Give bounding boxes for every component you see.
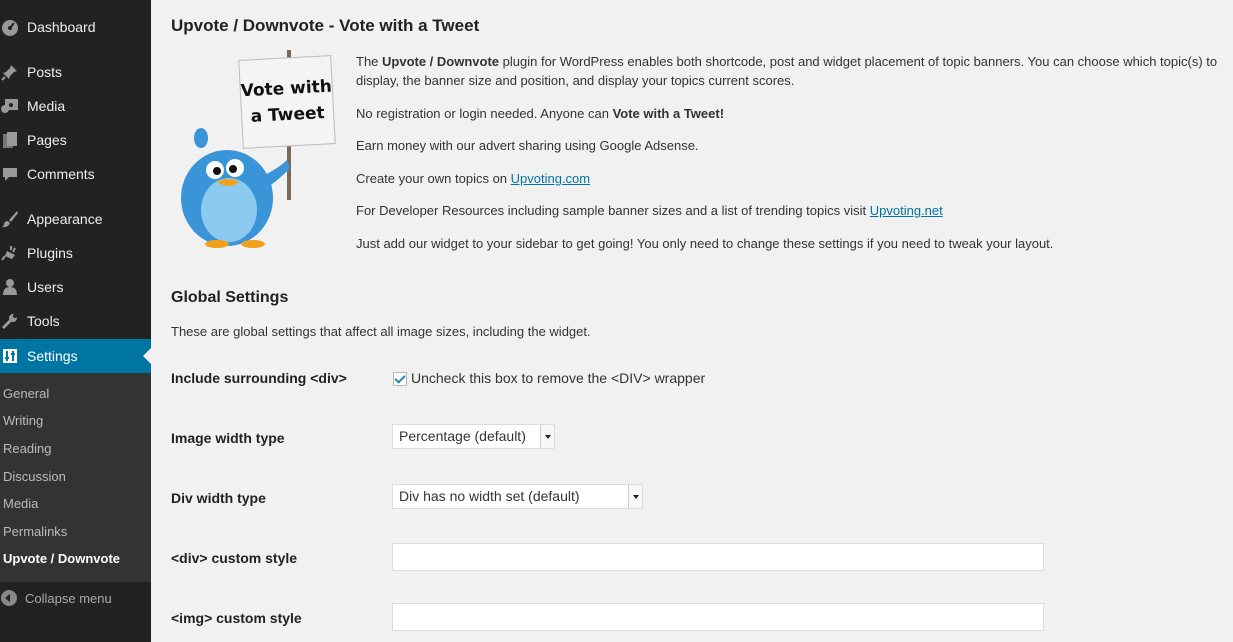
collapse-arrow-icon [1,590,17,606]
global-settings-title: Global Settings [171,289,289,306]
upvoting-com-link[interactable]: Upvoting.com [511,171,590,186]
img-custom-style-label: <img> custom style [171,610,302,626]
menu-tools[interactable]: Tools [0,304,151,338]
include-div-label: Include surrounding <div> [171,370,347,386]
submenu-upvote-downvote[interactable]: Upvote / Downvote [3,551,120,566]
global-settings-description: These are global settings that affect al… [171,324,591,339]
img-custom-style-input[interactable] [392,603,1044,631]
plugin-icon [0,243,20,263]
collapse-menu-button[interactable]: Collapse menu [0,588,151,610]
sign-board [238,55,336,149]
include-div-hint: Uncheck this box to remove the <DIV> wra… [411,370,706,386]
submenu-media[interactable]: Media [3,496,38,511]
settings-submenu: General Writing Reading Discussion Media… [0,373,151,582]
include-div-checkbox[interactable] [393,372,407,386]
intro-paragraph-5: For Developer Resources including sample… [356,203,943,218]
intro-paragraph-6: Just add our widget to your sidebar to g… [356,236,1054,251]
upvoting-net-link[interactable]: Upvoting.net [870,203,943,218]
menu-media[interactable]: Media [0,89,151,123]
submenu-reading[interactable]: Reading [3,441,51,456]
menu-plugins[interactable]: Plugins [0,236,151,270]
media-icon [0,96,20,116]
menu-appearance[interactable]: Appearance [0,202,151,236]
div-width-type-select[interactable]: Div has no width set (default) [392,484,643,509]
menu-posts[interactable]: Posts [0,55,151,89]
submenu-permalinks[interactable]: Permalinks [3,524,67,539]
chevron-down-icon [540,425,554,448]
pin-icon [0,62,20,82]
intro-paragraph-2: No registration or login needed. Anyone … [356,106,725,121]
intro-paragraph-3: Earn money with our advert sharing using… [356,138,699,153]
div-width-type-label: Div width type [171,490,266,506]
main-content: Upvote / Downvote - Vote with a Tweet Vo… [151,0,1233,642]
comment-icon [0,164,20,184]
page-title: Upvote / Downvote - Vote with a Tweet [171,16,480,35]
menu-comments[interactable]: Comments [0,157,151,191]
settings-icon [0,346,20,366]
admin-sidebar: Dashboard Posts Media Pages Comments App… [0,0,151,642]
menu-dashboard[interactable]: Dashboard [0,10,151,44]
menu-settings[interactable]: Settings [0,339,151,373]
bird-belly [201,178,257,242]
menu-users[interactable]: Users [0,270,151,304]
intro-paragraph-1: The Upvote / Downvote plugin for WordPre… [356,54,1218,88]
intro-paragraph-4: Create your own topics on Upvoting.com [356,171,591,186]
image-width-type-label: Image width type [171,430,285,446]
user-icon [0,277,20,297]
submenu-discussion[interactable]: Discussion [3,469,66,484]
menu-pages[interactable]: Pages [0,123,151,157]
submenu-general[interactable]: General [3,386,49,401]
chevron-down-icon [628,485,642,508]
dashboard-icon [0,17,20,37]
sign-text-line-2: a Tweet [250,103,325,127]
image-width-type-select[interactable]: Percentage (default) [392,424,555,449]
brush-icon [0,209,20,229]
pages-icon [0,130,20,150]
div-custom-style-label: <div> custom style [171,550,298,566]
submenu-writing[interactable]: Writing [3,413,43,428]
wrench-icon [0,311,20,331]
div-custom-style-input[interactable] [392,543,1044,571]
mascot-bird-sign-image: Vote with a Tweet [181,50,336,248]
